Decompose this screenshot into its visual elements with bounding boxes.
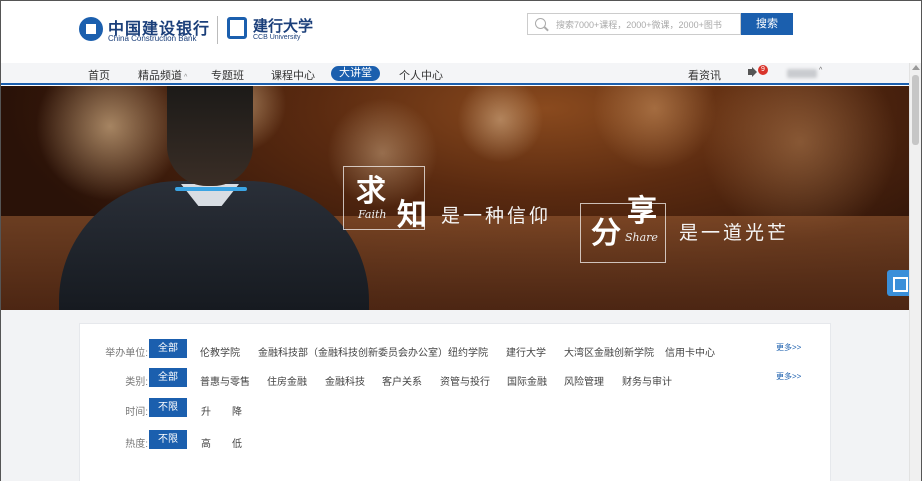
filter-option-category[interactable]: 住房金融 [267,373,307,388]
filter-option-time-ascending[interactable]: 升 [201,403,211,418]
page-scrollbar[interactable] [909,63,921,481]
user-name-blurred[interactable] [787,69,817,78]
user-menu-chevron-icon[interactable]: ^ [819,67,822,74]
filter-option-category[interactable]: 资管与投行 [440,373,490,388]
organizer-more-link[interactable]: 更多>> [776,342,801,353]
filter-option-popularity-high[interactable]: 高 [201,435,211,450]
search-box [527,13,741,35]
chevron-up-icon: ^ [184,74,188,81]
university-name-cn: 建行大学 [253,17,314,35]
search-button[interactable]: 搜索 [741,13,793,35]
announcement-speaker-icon[interactable] [748,69,754,75]
nav-item-home[interactable]: 首页 [88,67,110,83]
filter-option-organizer[interactable]: 大湾区金融创新学院 [564,344,654,359]
qr-code-icon[interactable] [887,270,911,296]
filter-option-category-all[interactable]: 全部 [149,368,187,387]
filter-option-organizer[interactable]: 纽约学院 [448,344,488,359]
filter-panel: 举办单位: 全部 伦教学院 金融科技部（金融科技创新委员会办公室） 纽约学院 建… [79,323,831,481]
filter-label-category: 类别: [125,377,148,388]
filter-option-category[interactable]: 普惠与零售 [200,373,250,388]
nav-item-featured-channels[interactable]: 精品频道 ^ [138,67,187,83]
ccb-university-logo-icon[interactable] [227,17,247,39]
scroll-up-arrow-icon[interactable] [912,65,920,70]
university-name-en: CCB University [253,34,301,41]
nav-item-course-center[interactable]: 课程中心 [271,67,315,83]
scroll-thumb[interactable] [912,75,919,145]
news-link[interactable]: 看资讯 [688,67,721,83]
filter-option-popularity-low[interactable]: 低 [232,435,242,450]
filter-option-time-unlimited[interactable]: 不限 [149,398,187,417]
notification-badge: 9 [758,65,768,75]
category-more-link[interactable]: 更多>> [776,371,801,382]
logo-divider [217,16,218,44]
filter-option-organizer[interactable]: 金融科技部（金融科技创新委员会办公室） [258,344,448,359]
lecture-hall-banner[interactable]: 求 Faith 知 是一种信仰 分 享 Share 是一道光芒 [1,86,909,310]
site-header: 中国建设银行 China Construction Bank 建行大学 CCB … [1,1,921,63]
filter-label-time: 时间: [125,407,148,418]
filter-option-category[interactable]: 财务与审计 [622,373,672,388]
slogan-line-2: 是一道光芒 [679,222,790,244]
slogan-en-faith: Faith [358,208,387,221]
filter-option-organizer[interactable]: 信用卡中心 [665,344,715,359]
filter-option-organizer[interactable]: 建行大学 [506,344,546,359]
filter-option-category[interactable]: 风险管理 [564,373,604,388]
slogan-en-share: Share [625,231,658,244]
filter-label-organizer: 举办单位: [105,348,148,359]
filter-option-category[interactable]: 金融科技 [325,373,365,388]
filter-option-popularity-unlimited[interactable]: 不限 [149,430,187,449]
slogan-char-zhi: 知 [397,198,427,233]
slogan-char-fen: 分 [591,216,621,251]
main-nav: 首页 精品频道 ^ 专题班 课程中心 大讲堂 个人中心 看资讯 9 ^ [1,63,909,85]
slogan-char-xiang: 享 [627,194,657,229]
speaker-head [167,86,253,186]
slogan-line-1: 是一种信仰 [441,205,552,227]
filter-option-category[interactable]: 国际金融 [507,373,547,388]
filter-option-organizer-all[interactable]: 全部 [149,339,187,358]
nav-item-special-classes[interactable]: 专题班 [211,67,244,83]
ccb-logo-icon[interactable] [79,17,103,41]
banner-speaker-figure [59,86,369,310]
nav-item-label: 精品频道 [138,70,182,82]
nav-item-lecture-hall[interactable]: 大讲堂 [331,66,380,81]
filter-option-time-descending[interactable]: 降 [232,403,242,418]
ccb-name-en: China Construction Bank [108,34,197,43]
filter-option-category[interactable]: 客户关系 [382,373,422,388]
filter-label-popularity: 热度: [125,439,148,450]
nav-item-personal-center[interactable]: 个人中心 [399,67,443,83]
filter-option-organizer[interactable]: 伦教学院 [200,344,240,359]
search-icon [535,18,546,29]
search-input[interactable] [556,16,738,33]
speaker-lanyard [175,187,247,191]
slogan-char-qiu: 求 [356,174,386,209]
